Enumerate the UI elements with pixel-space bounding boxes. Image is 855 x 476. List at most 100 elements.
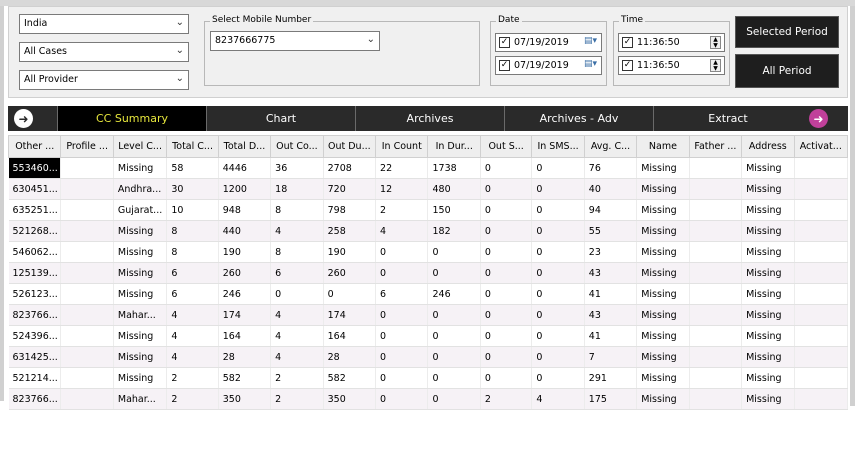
column-header[interactable]: In Dur... (427, 135, 481, 158)
table-cell[interactable]: Missing (113, 346, 168, 368)
table-cell[interactable]: Missing (741, 367, 795, 389)
table-cell[interactable] (689, 262, 743, 284)
table-cell[interactable]: Missing (741, 325, 795, 347)
column-header[interactable]: Profile ... (60, 135, 114, 158)
time-from-picker[interactable]: ✓ 11:36:50 ▲ ▼ (618, 33, 725, 52)
table-cell[interactable]: 22 (375, 157, 429, 179)
table-cell[interactable]: Missing (741, 199, 795, 221)
table-cell[interactable] (60, 367, 114, 389)
table-cell[interactable]: 246 (218, 283, 272, 305)
table-cell[interactable]: 0 (531, 241, 585, 263)
table-cell[interactable] (794, 220, 849, 242)
table-cell[interactable]: 350 (323, 388, 377, 410)
table-cell[interactable]: Missing (113, 220, 168, 242)
time-to-picker[interactable]: ✓ 11:36:50 ▲ ▼ (618, 56, 725, 75)
table-cell[interactable]: 582 (218, 367, 272, 389)
table-cell[interactable]: 0 (375, 304, 429, 326)
table-cell[interactable]: 30 (166, 178, 219, 200)
table-cell[interactable]: Missing (636, 178, 690, 200)
table-cell[interactable]: 4 (270, 325, 324, 347)
table-cell[interactable]: 125139... (8, 262, 62, 284)
table-cell[interactable]: 630451... (8, 178, 62, 200)
table-cell[interactable]: 10 (166, 199, 219, 221)
table-cell[interactable]: 12 (375, 178, 429, 200)
table-cell[interactable]: Missing (636, 367, 690, 389)
table-cell[interactable]: Missing (113, 157, 168, 179)
table-cell[interactable]: 4 (166, 325, 219, 347)
table-cell[interactable]: 1200 (218, 178, 272, 200)
table-row[interactable]: 524396... Missing 4 164 4 164 0 0 0 0 41 Missing Mis… (8, 325, 849, 347)
table-cell[interactable]: 0 (375, 262, 429, 284)
table-cell[interactable]: 0 (531, 346, 585, 368)
table-cell[interactable]: 546062... (8, 241, 62, 263)
table-cell[interactable]: Missing (636, 304, 690, 326)
table-cell[interactable]: 553460... (8, 157, 62, 179)
table-cell[interactable]: 6 (375, 283, 429, 305)
column-header[interactable]: Out S... (479, 135, 533, 158)
table-row[interactable]: 546062... Missing 8 190 8 190 0 0 0 0 23 Missing Mis… (8, 241, 849, 263)
calendar-icon[interactable]: ▤▾ (584, 59, 597, 69)
table-cell[interactable]: 720 (323, 178, 377, 200)
column-header[interactable]: Total D... (217, 135, 272, 158)
table-cell[interactable]: Missing (636, 157, 690, 179)
table-cell[interactable] (794, 178, 849, 200)
date-from-checkbox[interactable]: ✓ (499, 37, 510, 48)
table-cell[interactable]: 0 (427, 325, 481, 347)
provider-select[interactable]: All Provider ⌄ (19, 70, 189, 90)
table-cell[interactable]: 28 (323, 346, 377, 368)
table-cell[interactable] (60, 283, 114, 305)
table-cell[interactable]: Missing (113, 367, 168, 389)
tab-cc-summary[interactable]: CC Summary (57, 106, 206, 131)
mobile-number-select[interactable]: 8237666775 ⌄ (210, 31, 380, 51)
table-cell[interactable]: 0 (427, 304, 481, 326)
tab-archives-adv[interactable]: Archives - Adv (504, 106, 653, 131)
table-cell[interactable]: 4 (270, 346, 324, 368)
table-cell[interactable]: 0 (531, 199, 585, 221)
table-row[interactable]: 526123... Missing 6 246 0 0 6 246 0 0 41 Missing Mis… (8, 283, 849, 305)
date-to-picker[interactable]: ✓ 07/19/2019 ▤▾ (495, 56, 602, 75)
table-cell[interactable]: 0 (427, 346, 481, 368)
table-row[interactable]: 631425... Missing 4 28 4 28 0 0 0 0 7 Missing Missin… (8, 346, 849, 368)
table-cell[interactable]: Missing (636, 388, 690, 410)
table-cell[interactable]: 164 (218, 325, 272, 347)
cases-select[interactable]: All Cases ⌄ (19, 42, 189, 62)
table-cell[interactable]: 2 (480, 388, 533, 410)
table-cell[interactable]: Andhra... (113, 178, 168, 200)
column-header[interactable]: In Count (375, 135, 429, 158)
arrow-right-circle-icon[interactable]: ➜ (809, 109, 828, 128)
table-cell[interactable]: Missing (113, 241, 168, 263)
table-cell[interactable]: 0 (531, 325, 585, 347)
table-cell[interactable]: 0 (375, 388, 429, 410)
table-cell[interactable] (60, 304, 114, 326)
table-cell[interactable]: 0 (323, 283, 377, 305)
table-cell[interactable]: 0 (531, 367, 585, 389)
table-cell[interactable]: 4446 (218, 157, 272, 179)
table-cell[interactable] (794, 157, 849, 179)
table-cell[interactable] (60, 178, 114, 200)
table-cell[interactable]: 174 (218, 304, 272, 326)
column-header[interactable]: Other ... (7, 135, 62, 158)
table-cell[interactable]: 0 (531, 157, 585, 179)
table-cell[interactable] (794, 199, 849, 221)
table-cell[interactable]: 6 (166, 262, 219, 284)
table-cell[interactable]: 0 (480, 199, 533, 221)
table-cell[interactable]: 94 (584, 199, 638, 221)
table-cell[interactable]: 1738 (427, 157, 481, 179)
table-row[interactable]: 630451... Andhra... 30 1200 18 720 12 480 0 0 40 Mi… (8, 178, 849, 200)
table-cell[interactable]: 0 (480, 283, 533, 305)
column-header[interactable]: Avg. C... (583, 135, 638, 158)
table-cell[interactable]: 2708 (323, 157, 377, 179)
all-period-button[interactable]: All Period (735, 54, 839, 88)
table-cell[interactable]: 41 (584, 325, 638, 347)
table-cell[interactable]: 0 (375, 367, 429, 389)
table-cell[interactable]: 0 (427, 241, 481, 263)
table-cell[interactable]: 8 (270, 199, 324, 221)
table-cell[interactable]: 0 (427, 388, 481, 410)
table-cell[interactable]: 41 (584, 283, 638, 305)
table-cell[interactable]: 174 (323, 304, 377, 326)
column-header[interactable]: Name (636, 135, 690, 158)
table-cell[interactable]: 4 (166, 304, 219, 326)
table-cell[interactable] (60, 157, 114, 179)
table-cell[interactable]: 4 (270, 220, 324, 242)
table-cell[interactable]: Missing (636, 346, 690, 368)
